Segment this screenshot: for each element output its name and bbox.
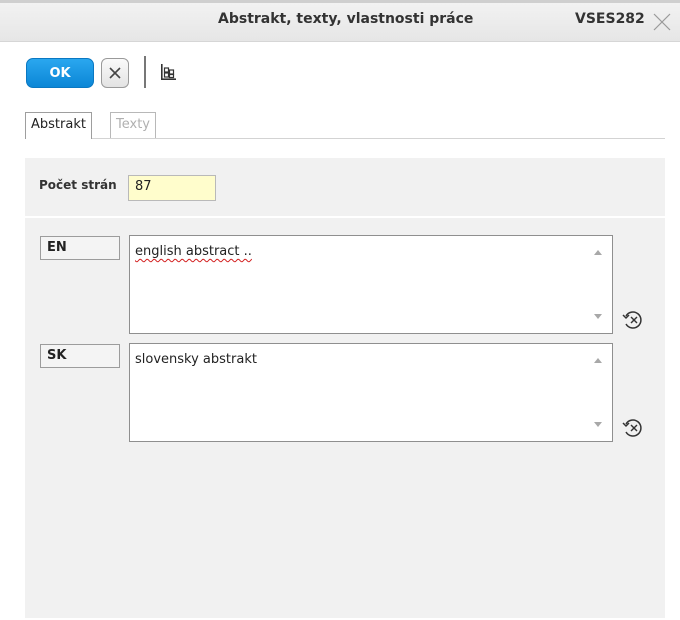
toolbar-separator <box>144 56 146 88</box>
grid-icon[interactable] <box>157 61 179 83</box>
page-count-label: Počet strán <box>39 178 117 192</box>
scroll-up-icon[interactable] <box>594 250 602 255</box>
abstract-sk-textarea[interactable]: slovensky abstrakt <box>129 343 613 442</box>
tab-texty[interactable]: Texty <box>110 112 156 138</box>
lang-label-sk: SK <box>40 344 120 368</box>
scroll-up-icon[interactable] <box>594 358 602 363</box>
panel-divider <box>25 216 665 218</box>
window-title: Abstrakt, texty, vlastnosti práce <box>218 11 474 27</box>
clear-history-icon[interactable] <box>620 307 646 333</box>
scroll-down-icon[interactable] <box>594 314 602 319</box>
close-icon <box>109 67 121 79</box>
cancel-button[interactable] <box>101 58 129 88</box>
ok-button[interactable]: OK <box>26 58 94 88</box>
clear-history-icon[interactable] <box>620 415 646 441</box>
tab-abstrakt[interactable]: Abstrakt <box>25 112 92 139</box>
lang-label-en: EN <box>40 236 120 260</box>
abstract-sk-text: slovensky abstrakt <box>135 352 257 367</box>
window-titlebar: Abstrakt, texty, vlastnosti práce VSES28… <box>0 0 680 42</box>
scroll-down-icon[interactable] <box>594 422 602 427</box>
abstract-en-text: english abstract .. <box>135 244 252 259</box>
close-window-icon[interactable] <box>651 11 673 33</box>
toolbar: OK <box>0 42 680 108</box>
window-code: VSES282 <box>575 11 645 27</box>
abstract-en-textarea[interactable]: english abstract .. <box>129 235 613 334</box>
tab-underline <box>25 138 665 139</box>
page-count-input[interactable]: 87 <box>128 175 216 201</box>
